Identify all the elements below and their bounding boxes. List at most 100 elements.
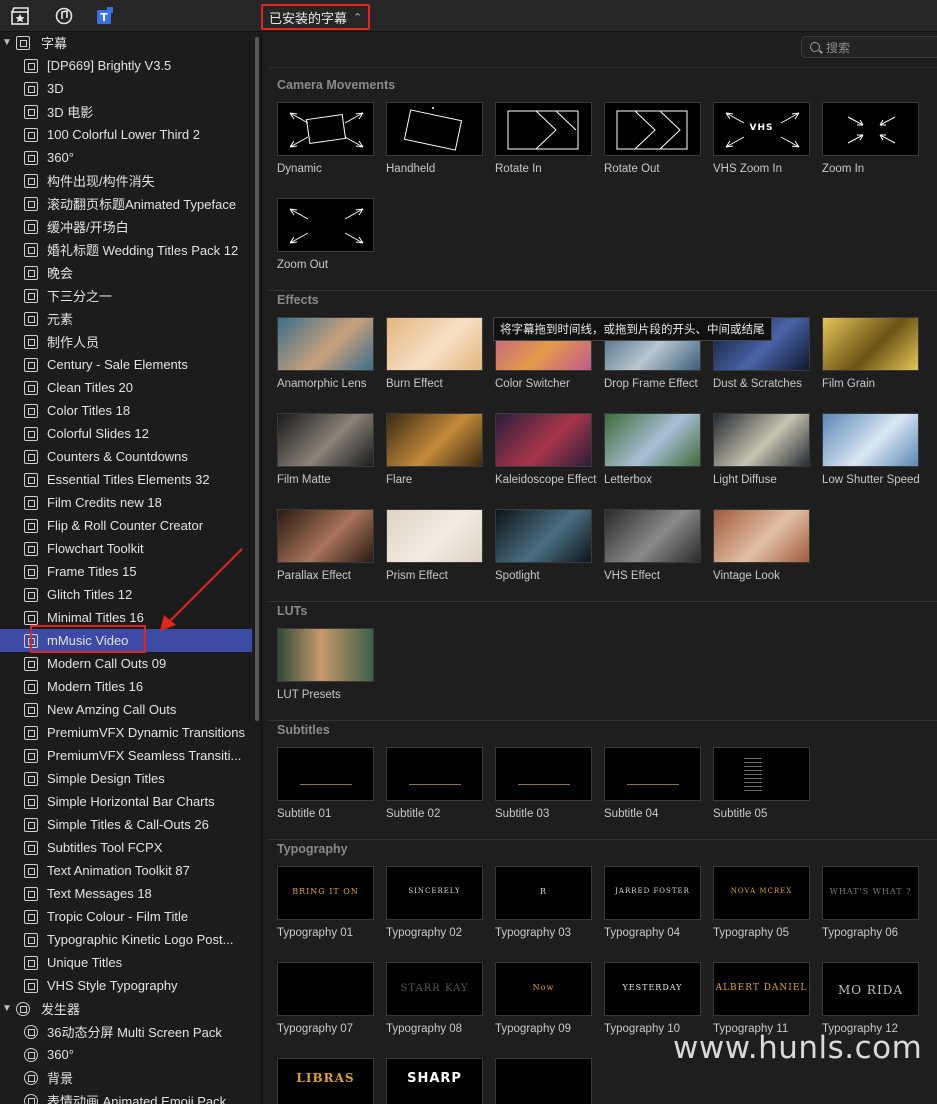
- title-tile[interactable]: [495, 1058, 597, 1104]
- sidebar-item[interactable]: 36动态分屏 Multi Screen Pack: [0, 1020, 252, 1043]
- title-tile[interactable]: Light Diffuse: [713, 413, 815, 487]
- title-tile[interactable]: Film Grain: [822, 317, 924, 391]
- title-tile[interactable]: JARRED FOSTER Typography 04: [604, 866, 706, 940]
- title-tile[interactable]: Now Typography 09: [495, 962, 597, 1036]
- sidebar-item[interactable]: Color Titles 18: [0, 399, 252, 422]
- sidebar-item[interactable]: PremiumVFX Seamless Transiti...: [0, 744, 252, 767]
- sidebar-scrollbar[interactable]: [255, 37, 259, 721]
- title-tile[interactable]: Anamorphic Lens: [277, 317, 379, 391]
- tile-thumbnail: [277, 413, 374, 467]
- sidebar-item[interactable]: Essential Titles Elements 32: [0, 468, 252, 491]
- title-tile[interactable]: Subtitle 01: [277, 747, 379, 821]
- title-tile[interactable]: Kaleidoscope Effect: [495, 413, 597, 487]
- title-tile[interactable]: ALBERT DANIEL Typography 11: [713, 962, 815, 1036]
- sidebar-item[interactable]: 360°: [0, 1043, 252, 1066]
- sidebar-item[interactable]: 婚礼标题 Wedding Titles Pack 12: [0, 238, 252, 261]
- sidebar-item-label: [DP669] Brightly V3.5: [47, 58, 172, 73]
- title-tile[interactable]: WHAT'S WHAT ? Typography 06: [822, 866, 924, 940]
- sidebar-item[interactable]: New Amzing Call Outs: [0, 698, 252, 721]
- title-tile[interactable]: Vintage Look: [713, 509, 815, 583]
- sidebar-item[interactable]: Simple Titles & Call-Outs 26: [0, 813, 252, 836]
- title-tile[interactable]: Handheld: [386, 102, 488, 176]
- sidebar-item[interactable]: Simple Design Titles: [0, 767, 252, 790]
- installed-titles-dropdown[interactable]: 已安装的字幕 ⌃: [261, 4, 371, 30]
- title-tile[interactable]: Low Shutter Speed: [822, 413, 924, 487]
- title-tile[interactable]: BRING IT ON Typography 01: [277, 866, 379, 940]
- title-icon: [24, 564, 38, 579]
- title-tile[interactable]: STARR KAY Typography 08: [386, 962, 488, 1036]
- title-tile[interactable]: Zoom Out: [277, 198, 379, 272]
- sidebar-item[interactable]: Subtitles Tool FCPX: [0, 836, 252, 859]
- sidebar-header-generators[interactable]: ▼ 发生器: [0, 997, 252, 1020]
- disclosure-triangle-icon[interactable]: ▼: [0, 37, 14, 48]
- title-tile[interactable]: LUT Presets: [277, 628, 379, 702]
- sidebar-item[interactable]: Film Credits new 18: [0, 491, 252, 514]
- sidebar-item[interactable]: 背景: [0, 1066, 252, 1089]
- sidebar-item[interactable]: Counters & Countdowns: [0, 445, 252, 468]
- title-tile[interactable]: Letterbox: [604, 413, 706, 487]
- titles-generators-icon[interactable]: T: [95, 6, 115, 26]
- sidebar-item-label: Subtitles Tool FCPX: [47, 840, 163, 855]
- sidebar-item[interactable]: 360°: [0, 146, 252, 169]
- title-tile[interactable]: YESTERDAY Typography 10: [604, 962, 706, 1036]
- sidebar-item[interactable]: Modern Call Outs 09: [0, 652, 252, 675]
- sidebar-item[interactable]: Text Animation Toolkit 87: [0, 859, 252, 882]
- title-tile[interactable]: Parallax Effect: [277, 509, 379, 583]
- title-tile[interactable]: SHARP: [386, 1058, 488, 1104]
- sidebar-item[interactable]: Modern Titles 16: [0, 675, 252, 698]
- sidebar-item[interactable]: Unique Titles: [0, 951, 252, 974]
- sidebar-item[interactable]: Century - Sale Elements: [0, 353, 252, 376]
- sidebar-item[interactable]: 构件出现/构件消失: [0, 169, 252, 192]
- title-tile[interactable]: Typography 07: [277, 962, 379, 1036]
- clapper-star-icon[interactable]: [10, 6, 30, 26]
- title-tile[interactable]: MO RIDA Typography 12: [822, 962, 924, 1036]
- title-tile[interactable]: Spotlight: [495, 509, 597, 583]
- sidebar-item[interactable]: [DP669] Brightly V3.5: [0, 54, 252, 77]
- generator-icon: [24, 1093, 38, 1104]
- title-tile[interactable]: Prism Effect: [386, 509, 488, 583]
- sidebar-item[interactable]: Tropic Colour - Film Title: [0, 905, 252, 928]
- sidebar-item[interactable]: VHS Style Typography: [0, 974, 252, 997]
- sidebar-item[interactable]: 元素: [0, 307, 252, 330]
- title-tile[interactable]: VHS Effect: [604, 509, 706, 583]
- sidebar-item[interactable]: 3D 电影: [0, 100, 252, 123]
- sidebar-item[interactable]: Text Messages 18: [0, 882, 252, 905]
- sidebar-item[interactable]: Clean Titles 20: [0, 376, 252, 399]
- title-tile[interactable]: Subtitle 05: [713, 747, 815, 821]
- tile-label: Subtitle 03: [495, 808, 550, 820]
- disclosure-triangle-icon[interactable]: ▼: [0, 1003, 14, 1014]
- search-field[interactable]: 搜索: [801, 36, 937, 58]
- sidebar-item[interactable]: 100 Colorful Lower Third 2: [0, 123, 252, 146]
- title-tile[interactable]: NOVA MCREX Typography 05: [713, 866, 815, 940]
- title-tile[interactable]: VHS VHS Zoom In: [713, 102, 815, 176]
- sidebar-item[interactable]: Flip & Roll Counter Creator: [0, 514, 252, 537]
- sidebar-item[interactable]: Typographic Kinetic Logo Post...: [0, 928, 252, 951]
- sidebar-item[interactable]: 下三分之一: [0, 284, 252, 307]
- sidebar-item[interactable]: 制作人员: [0, 330, 252, 353]
- sidebar-item[interactable]: Simple Horizontal Bar Charts: [0, 790, 252, 813]
- sidebar-header-titles[interactable]: ▼ 字幕: [0, 33, 252, 54]
- sidebar-item[interactable]: Colorful Slides 12: [0, 422, 252, 445]
- audio-notes-icon[interactable]: [54, 6, 74, 26]
- sidebar-item[interactable]: PremiumVFX Dynamic Transitions: [0, 721, 252, 744]
- title-tile[interactable]: Zoom In: [822, 102, 924, 176]
- title-tile[interactable]: Film Matte: [277, 413, 379, 487]
- title-tile[interactable]: SINCERELY Typography 02: [386, 866, 488, 940]
- sidebar-item[interactable]: 缓冲器/开场白: [0, 215, 252, 238]
- title-tile[interactable]: Subtitle 02: [386, 747, 488, 821]
- title-icon: [24, 863, 38, 878]
- title-tile[interactable]: Subtitle 04: [604, 747, 706, 821]
- title-tile[interactable]: LIBRAS: [277, 1058, 379, 1104]
- title-tile[interactable]: Rotate Out: [604, 102, 706, 176]
- drag-tooltip: 将字幕拖到时间线，或拖到片段的开头、中间或结尾: [493, 317, 772, 341]
- title-tile[interactable]: Flare: [386, 413, 488, 487]
- sidebar-item[interactable]: 晚会: [0, 261, 252, 284]
- title-tile[interactable]: Subtitle 03: [495, 747, 597, 821]
- sidebar-item[interactable]: 滚动翻页标题Animated Typeface: [0, 192, 252, 215]
- title-tile[interactable]: Dynamic: [277, 102, 379, 176]
- sidebar-item[interactable]: 3D: [0, 77, 252, 100]
- title-tile[interactable]: Rotate In: [495, 102, 597, 176]
- sidebar-item[interactable]: 表情动画 Animated Emoji Pack...: [0, 1089, 252, 1104]
- title-tile[interactable]: Burn Effect: [386, 317, 488, 391]
- title-tile[interactable]: R Typography 03: [495, 866, 597, 940]
